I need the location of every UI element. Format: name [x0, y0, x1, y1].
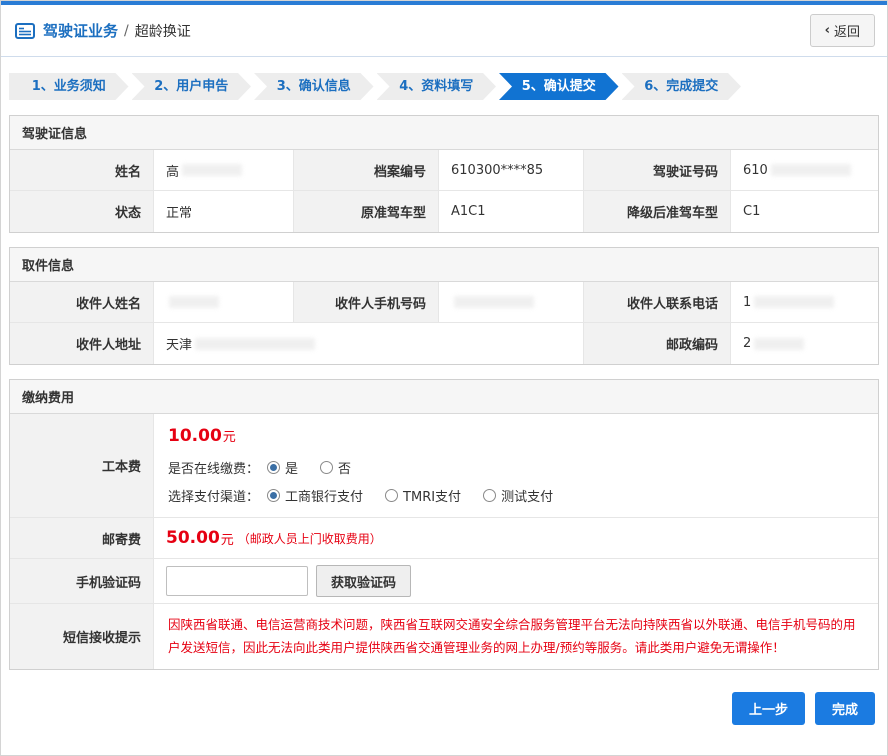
name-value: 高 [154, 150, 294, 191]
postage-fee-content: 50.00元（邮政人员上门收取费用） [154, 518, 878, 559]
pickup-info-title: 取件信息 [10, 248, 878, 282]
id-card-icon [15, 23, 35, 39]
step-nav: 1、业务须知 2、用户申告 3、确认信息 4、资料填写 5、确认提交 6、完成提… [1, 57, 887, 115]
payment-channel-row: 选择支付渠道： 工商银行支付 TMRI支付 测试支付 [168, 486, 864, 505]
redacted-text [195, 338, 315, 350]
postage-fee-amount: 50.00 [166, 528, 220, 548]
file-number-value: 610300****85 [439, 150, 584, 191]
page-title: 驾驶证业务 [43, 20, 118, 41]
breadcrumb: 驾驶证业务 / 超龄换证 [15, 20, 191, 41]
recipient-name-value [154, 282, 294, 323]
prev-step-button[interactable]: 上一步 [732, 692, 805, 725]
step-6-complete-submit[interactable]: 6、完成提交 [622, 73, 742, 100]
recipient-address-value: 天津 [154, 323, 584, 364]
back-chevron-icon: ‹ [825, 23, 830, 38]
redacted-text [754, 296, 834, 308]
captcha-input[interactable] [166, 566, 308, 596]
recipient-name-label: 收件人姓名 [10, 282, 154, 323]
redacted-text [771, 164, 851, 176]
sms-notice-row: 因陕西省联通、电信运营商技术问题，陕西省互联网交通安全综合服务管理平台无法向持陕… [154, 604, 878, 669]
channel-icbc-option[interactable]: 工商银行支付 [267, 486, 363, 505]
name-label: 姓名 [10, 150, 154, 191]
sms-notice-text: 因陕西省联通、电信运营商技术问题，陕西省互联网交通安全综合服务管理平台无法向持陕… [166, 610, 866, 663]
recipient-address-label: 收件人地址 [10, 323, 154, 364]
orig-type-label: 原准驾车型 [294, 191, 439, 232]
recipient-phone-label: 收件人联系电话 [584, 282, 731, 323]
channel-test-option[interactable]: 测试支付 [483, 486, 553, 505]
fees-section: 缴纳费用 工本费 10.00元 是否在线缴费： 是 否 选择支付渠道： 工商银行… [9, 379, 879, 670]
get-code-button[interactable]: 获取验证码 [316, 565, 411, 597]
redacted-text [454, 296, 534, 308]
pickup-info-section: 取件信息 收件人姓名 收件人手机号码 收件人联系电话 1 收件人地址 天津 邮政… [9, 247, 879, 365]
captcha-label: 手机验证码 [10, 559, 154, 604]
pay-online-question: 是否在线缴费： [168, 458, 259, 477]
step-5-confirm-submit[interactable]: 5、确认提交 [499, 73, 619, 100]
step-1-business-notice[interactable]: 1、业务须知 [9, 73, 129, 100]
radio-unchecked-icon [320, 461, 333, 474]
pay-online-yes-option[interactable]: 是 [267, 458, 298, 477]
redacted-text [754, 338, 804, 350]
back-button[interactable]: ‹ 返回 [810, 14, 875, 47]
fees-title: 缴纳费用 [10, 380, 878, 414]
production-fee-content: 10.00元 是否在线缴费： 是 否 选择支付渠道： 工商银行支付 TMRI支付… [154, 414, 878, 518]
captcha-row: 获取验证码 [154, 559, 878, 604]
step-2-user-declaration[interactable]: 2、用户申告 [132, 73, 252, 100]
recipient-mobile-value [439, 282, 584, 323]
zip-code-label: 邮政编码 [584, 323, 731, 364]
production-fee-unit: 元 [223, 430, 236, 445]
radio-unchecked-icon [385, 489, 398, 502]
radio-unchecked-icon [483, 489, 496, 502]
radio-checked-icon [267, 489, 280, 502]
back-label: 返回 [834, 21, 860, 40]
header: 驾驶证业务 / 超龄换证 ‹ 返回 [1, 5, 887, 57]
license-number-value: 610 [731, 150, 878, 191]
down-type-label: 降级后准驾车型 [584, 191, 731, 232]
postage-fee-label: 邮寄费 [10, 518, 154, 559]
channel-tmri-option[interactable]: TMRI支付 [385, 486, 461, 505]
redacted-text [169, 296, 219, 308]
payment-channel-question: 选择支付渠道： [168, 486, 259, 505]
postage-fee-note: （邮政人员上门收取费用） [238, 530, 382, 547]
step-4-fill-in[interactable]: 4、资料填写 [377, 73, 497, 100]
license-number-label: 驾驶证号码 [584, 150, 731, 191]
breadcrumb-current: 超龄换证 [135, 21, 191, 41]
pay-online-row: 是否在线缴费： 是 否 [168, 458, 864, 477]
production-fee-label: 工本费 [10, 414, 154, 518]
recipient-phone-value: 1 [731, 282, 878, 323]
redacted-text [182, 164, 242, 176]
breadcrumb-divider: / [124, 23, 129, 39]
file-number-label: 档案编号 [294, 150, 439, 191]
radio-checked-icon [267, 461, 280, 474]
down-type-value: C1 [731, 191, 878, 232]
license-info-title: 驾驶证信息 [10, 116, 878, 150]
status-label: 状态 [10, 191, 154, 232]
status-value: 正常 [154, 191, 294, 232]
footer-actions: 上一步 完成 [1, 684, 887, 725]
orig-type-value: A1C1 [439, 191, 584, 232]
license-info-section: 驾驶证信息 姓名 高 档案编号 610300****85 驾驶证号码 610 状… [9, 115, 879, 233]
pay-online-no-option[interactable]: 否 [320, 458, 351, 477]
sms-notice-label: 短信接收提示 [10, 604, 154, 669]
finish-button[interactable]: 完成 [815, 692, 875, 725]
recipient-mobile-label: 收件人手机号码 [294, 282, 439, 323]
step-3-confirm-info[interactable]: 3、确认信息 [254, 73, 374, 100]
zip-code-value: 2 [731, 323, 878, 364]
page: 驾驶证业务 / 超龄换证 ‹ 返回 1、业务须知 2、用户申告 3、确认信息 4… [0, 0, 888, 756]
production-fee-amount: 10.00 [168, 426, 222, 446]
postage-fee-unit: 元 [221, 529, 234, 548]
